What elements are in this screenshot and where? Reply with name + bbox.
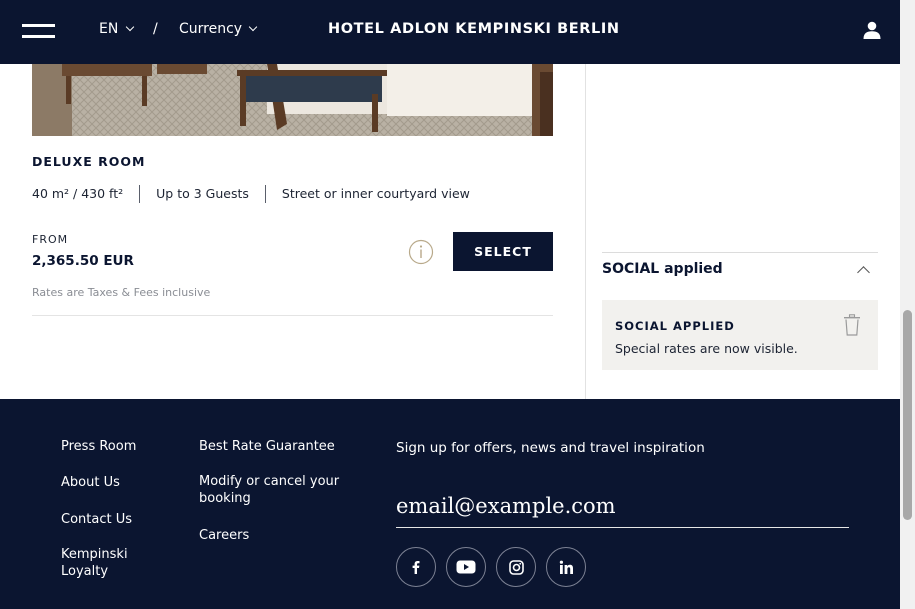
room-price: 2,365.50 EUR [32, 253, 134, 269]
header-separator: / [153, 21, 158, 37]
footer-link-contact-us[interactable]: Contact Us [61, 511, 132, 528]
scrollbar-thumb[interactable] [903, 310, 912, 520]
language-label: EN [99, 21, 119, 37]
user-account-icon[interactable] [862, 20, 882, 40]
promo-accordion-header[interactable]: SOCIAL applied [602, 261, 723, 277]
site-footer: Press Room About Us Contact Us Kempinski… [0, 399, 900, 609]
select-room-button[interactable]: SELECT [453, 232, 553, 271]
info-icon[interactable] [408, 239, 434, 265]
room-divider [32, 315, 553, 316]
currency-selector[interactable]: Currency [179, 21, 258, 37]
promo-divider [602, 252, 878, 253]
room-guests: Up to 3 Guests [139, 185, 265, 203]
facebook-icon[interactable] [396, 547, 436, 587]
footer-link-modify-booking[interactable]: Modify or cancel your booking [199, 473, 349, 507]
currency-label: Currency [179, 21, 243, 37]
room-facts: 40 m² / 430 ft² Up to 3 Guests Street or… [32, 184, 486, 204]
chevron-down-icon [126, 22, 135, 32]
footer-link-about-us[interactable]: About Us [61, 474, 120, 491]
price-from-label: FROM [32, 233, 69, 246]
footer-link-careers[interactable]: Careers [199, 527, 249, 544]
hotel-brand-title[interactable]: HOTEL ADLON KEMPINSKI BERLIN [328, 21, 620, 37]
promo-card-title: SOCIAL APPLIED [615, 319, 735, 333]
newsletter-label: Sign up for offers, news and travel insp… [396, 440, 705, 456]
chevron-up-icon[interactable] [857, 266, 870, 279]
rates-note: Rates are Taxes & Fees inclusive [32, 286, 211, 299]
promo-card-text: Special rates are now visible. [615, 341, 798, 356]
linkedin-icon[interactable] [546, 547, 586, 587]
chevron-down-icon [248, 22, 258, 32]
column-divider [585, 64, 586, 399]
footer-link-kempinski-loyalty[interactable]: Kempinski Loyalty [61, 546, 141, 580]
footer-link-press-room[interactable]: Press Room [61, 438, 136, 455]
room-size: 40 m² / 430 ft² [32, 186, 124, 201]
instagram-icon[interactable] [496, 547, 536, 587]
top-header: EN / Currency HOTEL ADLON KEMPINSKI BERL… [0, 0, 900, 64]
newsletter-email-input[interactable] [396, 485, 849, 528]
menu-icon[interactable] [22, 22, 55, 40]
footer-link-best-rate-guarantee[interactable]: Best Rate Guarantee [199, 438, 335, 455]
room-photo [32, 64, 553, 136]
youtube-icon[interactable] [446, 547, 486, 587]
trash-icon[interactable] [843, 314, 861, 336]
room-title: DELUXE ROOM [32, 154, 146, 169]
room-view: Street or inner courtyard view [264, 185, 486, 203]
language-selector[interactable]: EN [99, 21, 135, 37]
promo-applied-card: SOCIAL APPLIED Special rates are now vis… [602, 300, 878, 370]
